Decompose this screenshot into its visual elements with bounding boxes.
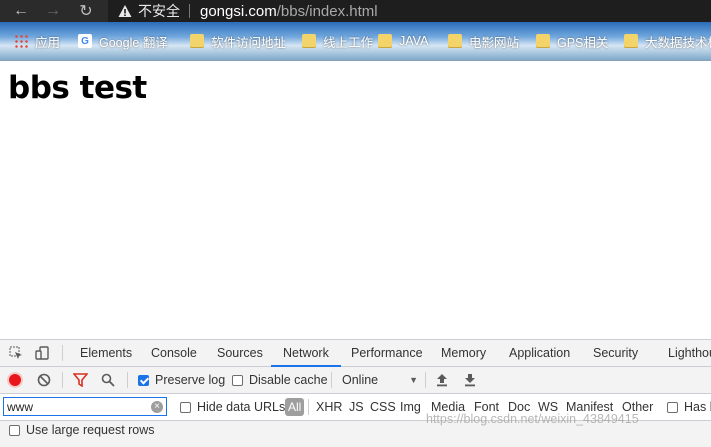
bookmark-folder-bigdata[interactable]: 大数据技术栈 — [624, 31, 711, 51]
toolbar-divider — [425, 372, 426, 388]
checkbox-unchecked-icon — [232, 374, 243, 386]
tab-performance[interactable]: Performance — [351, 340, 423, 366]
record-button[interactable] — [9, 367, 21, 393]
disable-cache-label: Disable cache — [249, 373, 328, 387]
tab-divider — [62, 345, 63, 361]
bookmark-label: 线上工作 — [323, 35, 374, 50]
folder-icon — [448, 34, 462, 48]
bookmark-label: GPS相关 — [557, 35, 609, 50]
preserve-log-checkbox[interactable]: Preserve log — [138, 367, 225, 393]
clear-icon — [37, 373, 51, 387]
bookmark-folder-software[interactable]: 软件访问地址 — [190, 31, 286, 51]
folder-icon — [302, 34, 316, 48]
google-translate-icon: G — [78, 34, 92, 48]
large-rows-checkbox[interactable]: Use large request rows — [9, 417, 155, 443]
throttling-value: Online — [342, 373, 379, 387]
omnibox-divider — [189, 4, 190, 18]
preserve-log-label: Preserve log — [155, 373, 226, 387]
toolbar-divider — [127, 372, 128, 388]
type-filter-xhr[interactable]: XHR — [316, 394, 342, 420]
has-blocked-cookies-checkbox[interactable]: Has b — [667, 394, 711, 420]
network-toolbar: Preserve log Disable cache Online ▼ — [0, 367, 711, 394]
hide-data-urls-label: Hide data URLs — [197, 400, 286, 414]
filter-icon — [73, 373, 88, 387]
bookmark-label: 大数据技术栈 — [645, 35, 711, 50]
import-har-button[interactable] — [436, 367, 448, 393]
inspect-element-icon[interactable] — [8, 345, 24, 361]
folder-icon — [190, 34, 204, 48]
upload-icon — [437, 374, 447, 387]
hide-data-urls-checkbox[interactable]: Hide data URLs — [180, 394, 285, 420]
forward-arrow-icon[interactable]: → — [42, 0, 64, 22]
bookmark-label: Google 翻译 — [99, 35, 168, 50]
type-filter-label: All — [285, 398, 305, 416]
type-filter-all[interactable]: All — [285, 394, 305, 420]
bookmark-folder-gps[interactable]: GPS相关 — [536, 31, 608, 51]
bookmark-label: 电影网站 — [469, 35, 520, 50]
type-filter-css[interactable]: CSS — [370, 394, 396, 420]
search-button[interactable] — [101, 367, 115, 393]
type-filter-js[interactable]: JS — [349, 394, 364, 420]
bookmark-label: JAVA — [399, 34, 429, 48]
checkbox-unchecked-icon — [9, 424, 20, 436]
tab-security[interactable]: Security — [593, 340, 638, 366]
clear-filter-icon[interactable]: × — [151, 401, 163, 413]
security-label[interactable]: 不安全 — [138, 1, 180, 21]
tab-network[interactable]: Network — [271, 340, 341, 367]
download-icon — [465, 374, 475, 387]
filter-input[interactable] — [3, 397, 167, 416]
warning-icon[interactable] — [118, 4, 132, 18]
chevron-down-icon: ▼ — [409, 375, 418, 385]
bookmark-apps[interactable]: 应用 — [14, 31, 60, 51]
tab-memory[interactable]: Memory — [441, 340, 486, 366]
search-icon — [101, 373, 115, 387]
back-arrow-icon[interactable]: ← — [10, 0, 32, 22]
folder-icon — [378, 34, 392, 48]
bookmark-label: 应用 — [35, 35, 61, 50]
apps-grid-icon — [14, 34, 28, 48]
address-bar[interactable]: 不安全 gongsi.com/bbs/index.html — [108, 0, 711, 22]
bookmark-folder-movies[interactable]: 电影网站 — [448, 31, 519, 51]
url-text[interactable]: gongsi.com/bbs/index.html — [200, 3, 378, 20]
disable-cache-checkbox[interactable]: Disable cache — [232, 367, 328, 393]
url-path: /bbs/index.html — [276, 2, 378, 20]
bookmark-folder-online-work[interactable]: 线上工作 — [302, 31, 373, 51]
bookmarks-bar: 应用 G Google 翻译 软件访问地址 线上工作 JAVA 电影网站 GPS… — [0, 22, 711, 61]
toolbar-divider — [331, 372, 332, 388]
browser-toolbar: ← → ↻ 不安全 gongsi.com/bbs/index.html — [0, 0, 711, 22]
tab-console[interactable]: Console — [151, 340, 197, 366]
throttling-select[interactable]: Online ▼ — [342, 367, 418, 393]
checkbox-unchecked-icon — [180, 401, 191, 413]
devtools-tab-bar: Elements Console Sources Network Perform… — [0, 340, 711, 367]
bookmark-google-translate[interactable]: G Google 翻译 — [78, 31, 168, 51]
reload-icon[interactable]: ↻ — [75, 0, 97, 22]
filter-divider — [308, 399, 309, 415]
large-rows-label: Use large request rows — [26, 423, 155, 437]
folder-icon — [624, 34, 638, 48]
has-blocked-label: Has b — [684, 400, 711, 414]
tab-elements[interactable]: Elements — [80, 340, 132, 366]
checkbox-unchecked-icon — [667, 401, 678, 413]
bookmark-folder-java[interactable]: JAVA — [378, 31, 428, 51]
record-icon — [9, 374, 21, 386]
url-host: gongsi.com — [200, 2, 277, 20]
filter-toggle-button[interactable] — [73, 367, 88, 393]
folder-icon — [536, 34, 550, 48]
checkbox-checked-icon — [138, 374, 149, 386]
export-har-button[interactable] — [464, 367, 476, 393]
device-toolbar-icon[interactable] — [34, 345, 50, 361]
clear-button[interactable] — [37, 367, 51, 393]
tab-lighthouse[interactable]: Lighthouse — [668, 340, 711, 366]
bookmark-label: 软件访问地址 — [211, 35, 287, 50]
type-filter-img[interactable]: Img — [400, 394, 421, 420]
toolbar-divider — [62, 372, 63, 388]
page-heading: bbs test — [8, 70, 147, 106]
watermark: https://blog.csdn.net/weixin_43849415 — [426, 412, 639, 426]
tab-sources[interactable]: Sources — [217, 340, 263, 366]
tab-application[interactable]: Application — [509, 340, 570, 366]
